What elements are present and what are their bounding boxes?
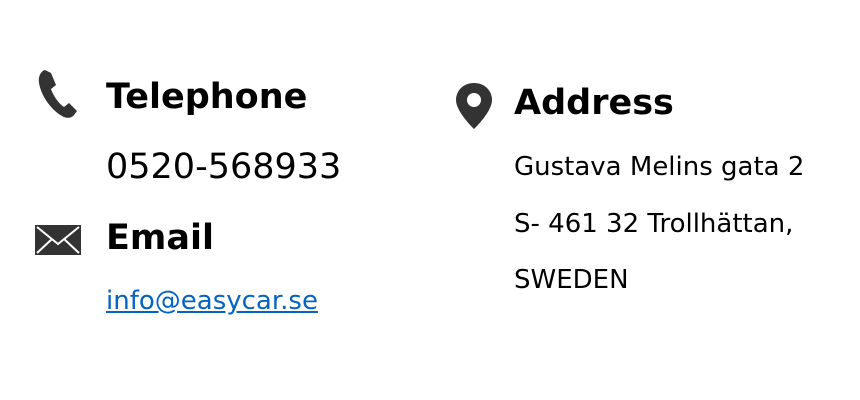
map-pin-icon — [456, 83, 492, 129]
email-link[interactable]: info@easycar.se — [106, 288, 318, 314]
envelope-icon — [35, 225, 81, 255]
contact-info-panel: Telephone 0520-568933 Email info@easycar… — [0, 0, 860, 400]
address-line-street: Gustava Melins gata 2 — [514, 152, 805, 182]
email-heading: Email — [106, 218, 214, 258]
address-line-country: SWEDEN — [514, 265, 629, 295]
phone-icon — [38, 70, 77, 118]
address-line-postal-city: S- 461 32 Trollhättan, — [514, 209, 794, 239]
address-heading: Address — [514, 83, 674, 123]
telephone-heading: Telephone — [106, 77, 308, 117]
telephone-number: 0520-568933 — [106, 147, 342, 187]
